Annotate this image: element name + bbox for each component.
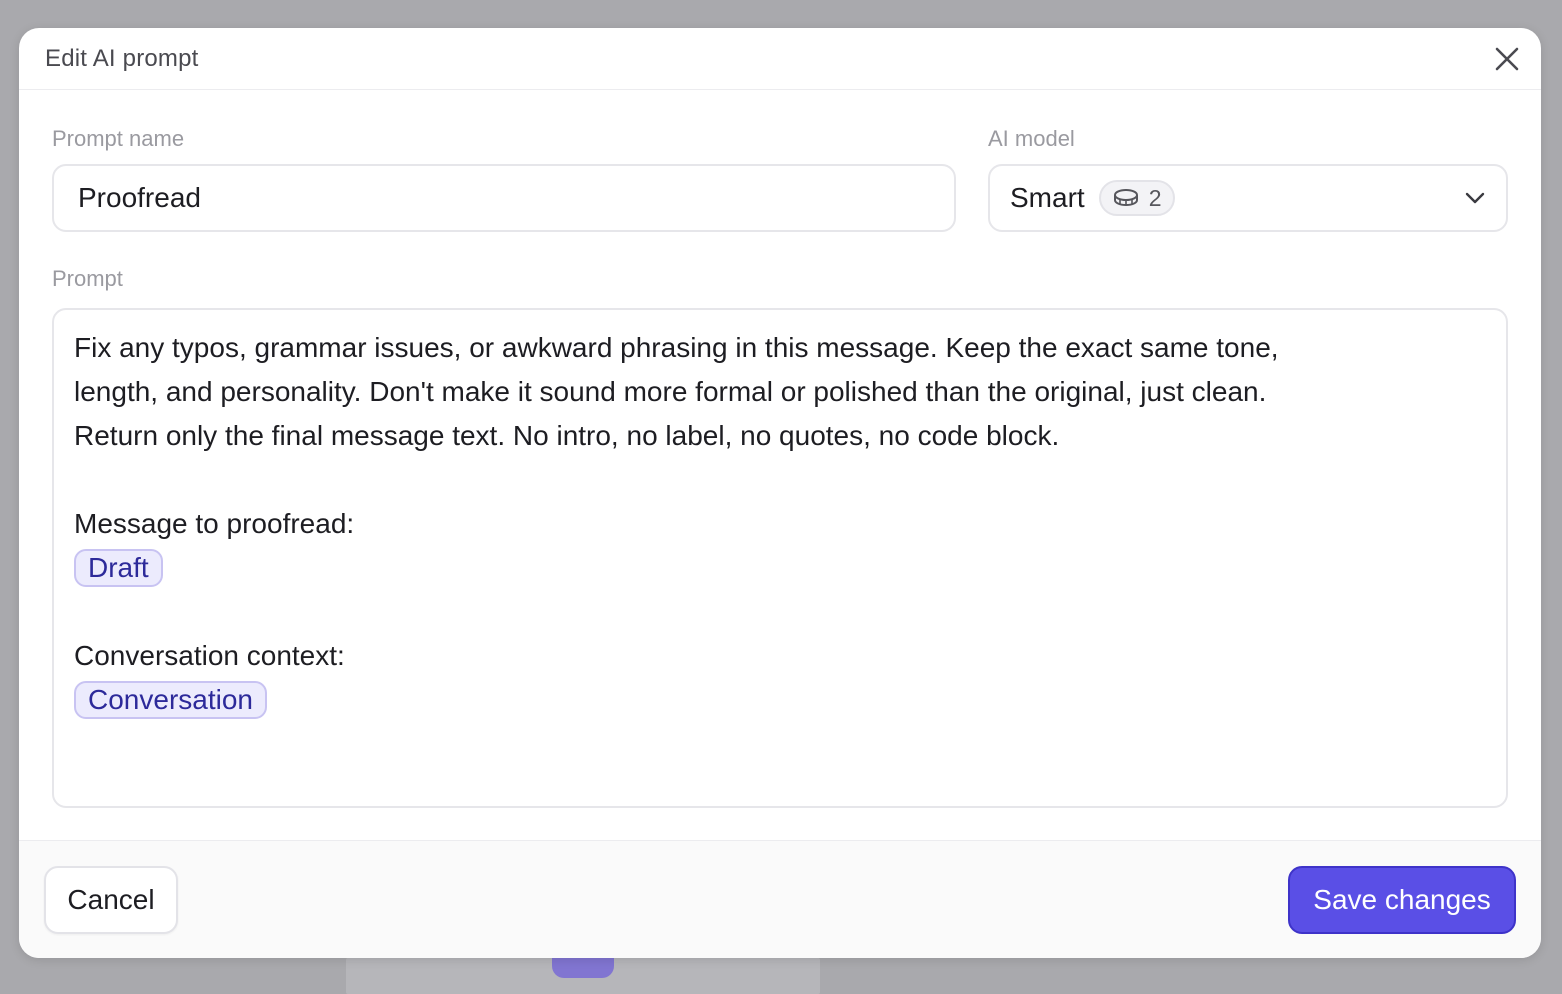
prompt-editor[interactable]: Fix any typos, grammar issues, or awkwar… (52, 308, 1508, 808)
prompt-blank-line (74, 590, 1486, 634)
backdrop-accent-shape (552, 958, 614, 978)
prompt-text-line: Message to proofread: (74, 508, 355, 539)
variable-chip-conversation[interactable]: Conversation (74, 681, 267, 719)
ai-model-value: Smart (1010, 182, 1085, 213)
dialog-body: Prompt name AI model Proofread Smart 2 P… (19, 90, 1541, 839)
prompt-text-line: Fix any typos, grammar issues, or awkwar… (74, 332, 1279, 363)
prompt-variable-line: Conversation (74, 678, 1486, 722)
dropdown-toggle[interactable] (1464, 191, 1486, 205)
dialog-footer: Cancel Save changes (19, 840, 1541, 958)
credit-badge: 2 (1098, 180, 1176, 216)
edit-prompt-dialog: Edit AI prompt Prompt name AI model Proo… (19, 28, 1541, 958)
chevron-down-icon (1465, 192, 1485, 204)
credit-count: 2 (1148, 184, 1162, 211)
prompt-name-label: Prompt name (52, 126, 185, 151)
save-changes-button[interactable]: Save changes (1288, 866, 1516, 934)
dialog-title: Edit AI prompt (45, 44, 199, 72)
prompt-name-value: Proofread (78, 182, 201, 213)
prompt-text-line: length, and personality. Don't make it s… (74, 376, 1267, 407)
prompt-variable-line: Draft (74, 546, 1486, 590)
ai-model-select[interactable]: Smart 2 (988, 164, 1508, 232)
coin-icon (1113, 189, 1138, 207)
dialog-header: Edit AI prompt (19, 28, 1541, 90)
variable-chip-draft[interactable]: Draft (74, 549, 163, 587)
prompt-text-line: Return only the final message text. No i… (74, 420, 1060, 451)
prompt-name-input[interactable]: Proofread (52, 164, 956, 232)
prompt-label: Prompt (52, 266, 123, 291)
close-button[interactable] (1485, 37, 1529, 81)
prompt-text-line: Conversation context: (74, 640, 345, 671)
cancel-button[interactable]: Cancel (44, 866, 178, 934)
ai-model-label: AI model (988, 126, 1075, 151)
close-icon (1495, 47, 1519, 70)
prompt-blank-line (74, 458, 1486, 502)
